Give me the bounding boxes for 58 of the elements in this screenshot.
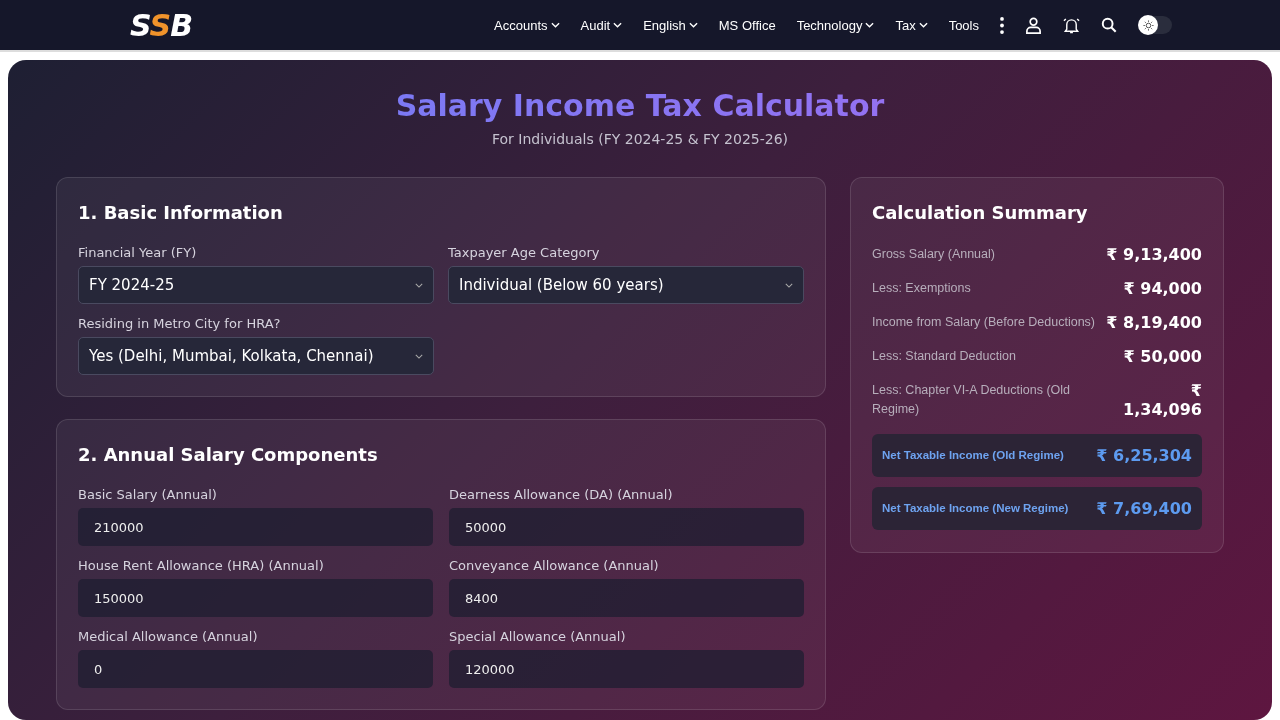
theme-toggle[interactable] (1138, 16, 1172, 34)
chevron-down-icon (550, 22, 560, 28)
chevron-down-icon (865, 22, 875, 28)
net-income-value: ₹ 7,69,400 (1096, 499, 1192, 518)
summary-value: ₹ 8,19,400 (1106, 313, 1202, 332)
field-label: Residing in Metro City for HRA? (78, 316, 282, 331)
summary-value: ₹ 9,13,400 (1106, 245, 1202, 264)
logo[interactable]: SSB (130, 7, 193, 43)
summary-value: ₹ 50,000 (1123, 347, 1202, 366)
chevron-down-icon (415, 282, 423, 288)
field-label: Medical Allowance (Annual) (78, 629, 259, 644)
input-field[interactable]: 210000 (78, 508, 433, 546)
section-heading: 2. Annual Salary Components (78, 444, 379, 465)
user-icon[interactable] (1025, 16, 1042, 34)
nav-link[interactable]: Tax (895, 17, 928, 33)
chevron-down-icon (415, 353, 423, 359)
net-income-value: ₹ 6,25,304 (1096, 446, 1192, 465)
field-label: Dearness Allowance (DA) (Annual) (449, 487, 674, 502)
bell-icon[interactable] (1063, 16, 1080, 34)
section-heading: 1. Basic Information (78, 202, 284, 223)
input-field[interactable]: 150000 (78, 579, 433, 617)
select-field[interactable]: Yes (Delhi, Mumbai, Kolkata, Chennai) (78, 337, 434, 375)
summary-value: ₹ 94,000 (1123, 279, 1202, 298)
summary-label: Income from Salary (Before Deductions) (872, 314, 1095, 331)
summary-label: Less: Standard Deduction (872, 348, 1016, 365)
section-heading: Calculation Summary (872, 202, 1089, 223)
field-label: House Rent Allowance (HRA) (Annual) (78, 558, 325, 573)
net-income-label: Net Taxable Income (New Regime) (882, 501, 1069, 516)
input-field[interactable]: 50000 (449, 508, 804, 546)
summary-label: Less: Chapter VI-A Deductions (Old Regime) (872, 382, 1071, 418)
chevron-down-icon (918, 22, 928, 28)
select-field[interactable]: Individual (Below 60 years) (448, 266, 804, 304)
nav-link[interactable]: English (643, 17, 698, 33)
field-label: Taxpayer Age Category (448, 245, 601, 260)
field-label: Special Allowance (Annual) (449, 629, 627, 644)
more-icon[interactable] (1000, 16, 1004, 34)
select-field[interactable]: FY 2024-25 (78, 266, 434, 304)
nav-link[interactable]: Tools (948, 17, 979, 33)
input-field[interactable]: 120000 (449, 650, 804, 688)
nav-link[interactable]: Audit (580, 17, 623, 33)
page-subtitle: For Individuals (FY 2024-25 & FY 2025-26) (490, 131, 790, 147)
chevron-down-icon (688, 22, 698, 28)
nav-link[interactable]: Technology (796, 17, 875, 33)
input-field[interactable]: 0 (78, 650, 433, 688)
sun-icon (1142, 19, 1154, 31)
net-income-label: Net Taxable Income (Old Regime) (882, 448, 1064, 463)
summary-value: ₹ 1,34,096 (1122, 381, 1202, 419)
field-label: Conveyance Allowance (Annual) (449, 558, 660, 573)
nav-link[interactable]: Accounts (494, 17, 560, 33)
summary-label: Gross Salary (Annual) (872, 246, 995, 263)
input-field[interactable]: 8400 (449, 579, 804, 617)
search-icon[interactable] (1101, 17, 1117, 33)
field-label: Financial Year (FY) (78, 245, 198, 260)
field-label: Basic Salary (Annual) (78, 487, 218, 502)
chevron-down-icon (785, 282, 793, 288)
nav-link[interactable]: MS Office (718, 17, 776, 33)
chevron-down-icon (613, 22, 623, 28)
summary-label: Less: Exemptions (872, 280, 971, 297)
